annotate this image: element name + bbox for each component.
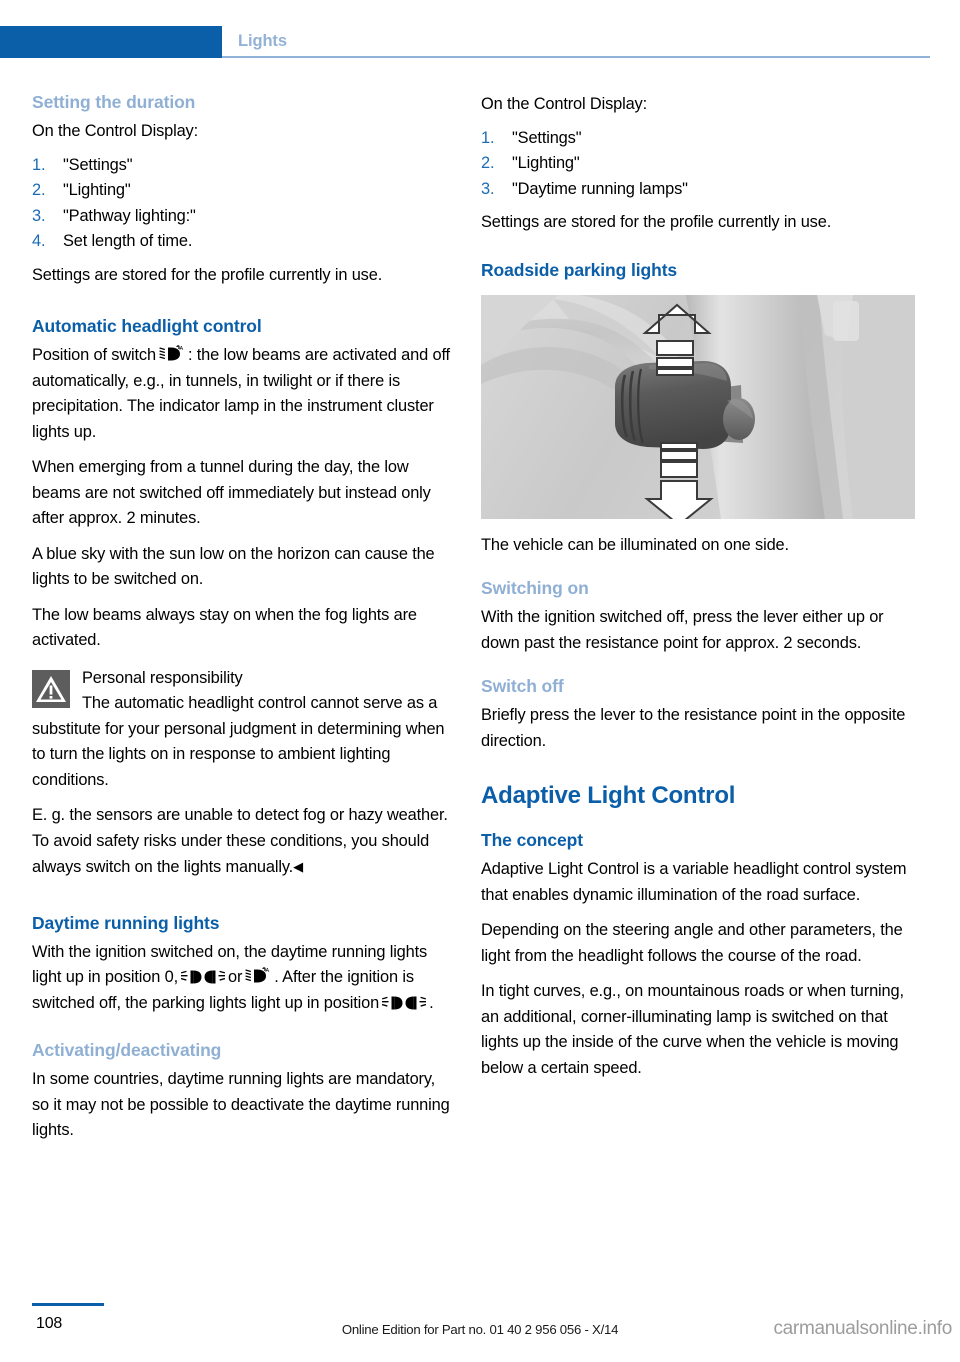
step-number: 2.: [481, 154, 495, 172]
heading-setting-the-duration: Setting the duration: [32, 92, 196, 112]
warning-block: Personal responsibility The automatic he…: [32, 666, 450, 794]
setting-duration-intro: On the Control Display:: [32, 122, 198, 140]
control-display-note: Settings are stored for the profile curr…: [481, 213, 832, 231]
drl-text-d: .: [429, 993, 434, 1012]
step-number: 1.: [32, 155, 46, 174]
step-text: "Settings": [63, 155, 133, 174]
section-tab-label: Lights: [238, 32, 287, 50]
control-display-intro: On the Control Display:: [481, 95, 647, 113]
step-text: Set length of time.: [63, 232, 193, 250]
list-item: 3. "Daytime running lamps": [481, 177, 915, 203]
list-item: 4. Set length of time.: [32, 229, 450, 255]
list-item: 2. "Lighting": [481, 151, 915, 177]
warning-title: Personal responsibility: [82, 668, 243, 687]
heading-automatic-headlight-control: Automatic headlight control: [32, 316, 262, 336]
adaptive-para-1: Adaptive Light Control is a variable hea…: [481, 860, 907, 904]
warning-body-2: E. g. the sensors are unable to detect f…: [32, 806, 448, 876]
heading-roadside-parking-lights: Roadside parking lights: [481, 259, 678, 280]
drl-text-b: or: [228, 968, 243, 986]
setting-duration-steps: 1. "Settings" 2. "Lighting" 3. "Pathway lig…: [32, 153, 450, 255]
turn-signal-lever-illustration: [481, 294, 915, 519]
step-number: 1.: [481, 128, 495, 147]
step-text: "Lighting": [512, 154, 580, 172]
adaptive-para-3: In tight curves, e.g., on mountainous ro…: [481, 982, 904, 1077]
warning-body-1: The automatic headlight control cannot s…: [32, 694, 445, 789]
step-text: "Daytime running lamps": [512, 179, 688, 198]
step-number: 4.: [32, 232, 46, 250]
chapter-tab: [0, 26, 222, 58]
list-item: 1. "Settings": [32, 153, 450, 179]
step-number: 3.: [32, 206, 46, 225]
step-text: "Pathway lighting:": [63, 206, 196, 225]
header-divider: [222, 56, 930, 58]
warning-body-2-paragraph: E. g. the sensors are unable to detect f…: [32, 803, 450, 881]
automatic-headlight-para-4: The low beams always stay on when the fo…: [32, 605, 417, 650]
parking-lights-icon: [381, 994, 427, 1010]
adaptive-para-2: Depending on the steering angle and othe…: [481, 921, 903, 965]
automatic-headlight-switch-icon: A: [245, 967, 271, 985]
page-header: Controls Lights: [0, 26, 960, 58]
heading-switching-on: Switching on: [481, 578, 589, 598]
parking-lights-icon: [180, 968, 226, 984]
setting-duration-note: Settings are stored for the profile curr…: [32, 265, 383, 284]
step-number: 3.: [481, 179, 495, 198]
warning-text: Personal responsibility The automatic he…: [32, 666, 450, 794]
heading-the-concept: The concept: [481, 830, 583, 851]
chapter-tab-label: Controls: [878, 32, 946, 50]
list-item: 1. "Settings": [481, 126, 915, 152]
watermark-text: carmanualsonline.info: [773, 1318, 952, 1339]
auto-para-before-icon: Position of switch: [32, 346, 156, 364]
automatic-headlight-para-2: When emerging from a tunnel during the d…: [32, 458, 431, 527]
left-column: Setting the duration On the Control Disp…: [32, 92, 450, 1144]
roadside-parking-caption: The vehicle can be illuminated on one si…: [481, 535, 789, 554]
heading-switch-off: Switch off: [481, 676, 564, 696]
control-display-steps: 1. "Settings" 2. "Lighting" 3. "Daytime run…: [481, 126, 915, 203]
heading-activating-deactivating: Activating/deactivating: [32, 1040, 222, 1060]
warning-triangle-icon: [32, 669, 70, 708]
heading-adaptive-light-control: Adaptive Light Control: [481, 782, 736, 809]
right-column: On the Control Display: 1. "Settings" 2. "…: [481, 92, 915, 1081]
svg-text:A: A: [266, 968, 270, 974]
step-number: 2.: [32, 181, 46, 199]
footer-divider: [32, 1303, 104, 1306]
automatic-headlight-para-1: Position of switch A: the low beams are a…: [32, 343, 450, 445]
automatic-headlight-para-3: A blue sky with the sun low on the horiz…: [32, 544, 435, 589]
svg-text:A: A: [179, 346, 183, 352]
step-text: "Settings": [512, 128, 582, 147]
automatic-headlight-switch-icon: A: [159, 345, 185, 363]
list-item: 3. "Pathway lighting:": [32, 204, 450, 230]
daytime-running-lights-para: With the ignition switched on, the dayti…: [32, 940, 450, 1017]
switching-on-para: With the ignition switched off, press th…: [481, 608, 884, 652]
activating-deactivating-para: In some countries, daytime running light…: [32, 1070, 450, 1139]
switch-off-para: Briefly press the lever to the resistanc…: [481, 706, 906, 750]
warning-end-marker-icon: ◀: [293, 859, 303, 874]
step-text: "Lighting": [63, 181, 131, 199]
list-item: 2. "Lighting": [32, 178, 450, 204]
heading-daytime-running-lights: Daytime running lights: [32, 912, 220, 933]
